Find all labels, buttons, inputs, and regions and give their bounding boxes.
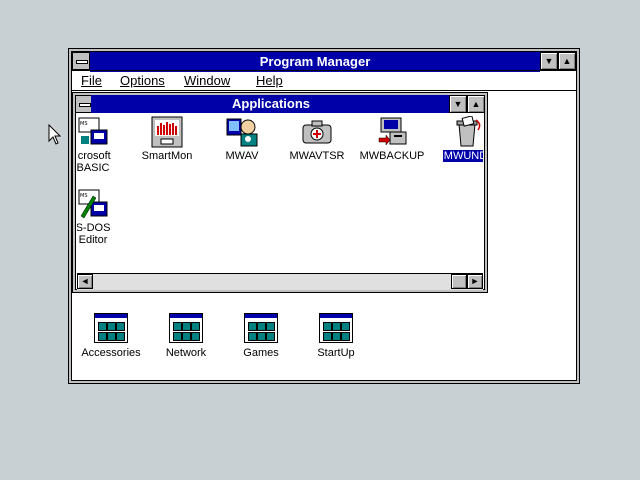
minimize-button[interactable]: ▼ <box>449 95 467 113</box>
qbasic-icon: MS <box>77 116 109 148</box>
mwav-icon <box>226 116 258 148</box>
menu-options[interactable]: Options <box>120 73 165 88</box>
maximize-button[interactable]: ▲ <box>467 95 485 113</box>
group-startup[interactable]: StartUp <box>298 313 374 359</box>
program-item-mwbackup[interactable]: MWBACKUP <box>354 116 430 162</box>
program-label: MWBACKUP <box>359 150 425 162</box>
maximize-button[interactable]: ▲ <box>558 52 576 70</box>
program-label: icrosoft BASIC <box>77 150 111 174</box>
group-label: Accessories <box>81 347 141 359</box>
group-label: Network <box>165 347 207 359</box>
window-title: Applications <box>91 95 451 113</box>
system-menu-button[interactable] <box>72 52 90 70</box>
program-item-msdos-editor[interactable]: MS S-DOS Editor <box>77 188 131 246</box>
program-label: MWAVTSR <box>289 150 345 162</box>
scroll-right-button[interactable]: ► <box>467 274 483 289</box>
program-group-icon <box>244 313 278 343</box>
program-item-mwavtsr[interactable]: MWAVTSR <box>279 116 355 162</box>
msdos-editor-icon: MS <box>77 188 109 220</box>
menu-bar: File Options Window Help <box>79 73 559 91</box>
program-group-icon <box>94 313 128 343</box>
menu-file[interactable]: File <box>81 73 102 88</box>
group-label: Games <box>243 347 279 359</box>
group-label: StartUp <box>317 347 355 359</box>
mwavtsr-icon <box>301 116 333 148</box>
applications-client-area: MS icrosoft BASIC SmartMon MWAV MWAVTSR <box>77 114 483 274</box>
menu-help[interactable]: Help <box>256 73 283 88</box>
minimize-button[interactable]: ▼ <box>540 52 558 70</box>
program-group-icon <box>169 313 203 343</box>
program-item-qbasic[interactable]: MS icrosoft BASIC <box>77 116 131 174</box>
svg-text:MS: MS <box>80 121 88 127</box>
group-accessories[interactable]: Accessories <box>73 313 149 359</box>
program-label: MWAV <box>225 150 259 162</box>
smartmon-icon <box>151 116 183 148</box>
group-network[interactable]: Network <box>148 313 224 359</box>
program-label: SmartMon <box>141 150 193 162</box>
program-item-smartmon[interactable]: SmartMon <box>129 116 205 162</box>
menu-window[interactable]: Window <box>184 73 230 88</box>
window-title: Program Manager <box>90 52 540 72</box>
program-label: MWUNDI <box>442 150 483 162</box>
program-item-mwundelete[interactable]: MWUNDI <box>429 115 483 162</box>
mouse-cursor-icon <box>48 124 62 145</box>
applications-window: Applications ▼ ▲ MS icrosoft BASIC Smart… <box>72 92 488 293</box>
mwundelete-icon <box>451 115 483 148</box>
svg-text:MS: MS <box>80 193 88 199</box>
program-label: S-DOS Editor <box>77 222 111 246</box>
horizontal-scrollbar[interactable]: ◄ ► <box>77 273 483 290</box>
program-item-mwav[interactable]: MWAV <box>204 116 280 162</box>
group-games[interactable]: Games <box>223 313 299 359</box>
scroll-left-button[interactable]: ◄ <box>77 274 93 289</box>
mwbackup-icon <box>376 116 408 148</box>
scroll-thumb[interactable] <box>451 274 467 289</box>
program-group-icon <box>319 313 353 343</box>
